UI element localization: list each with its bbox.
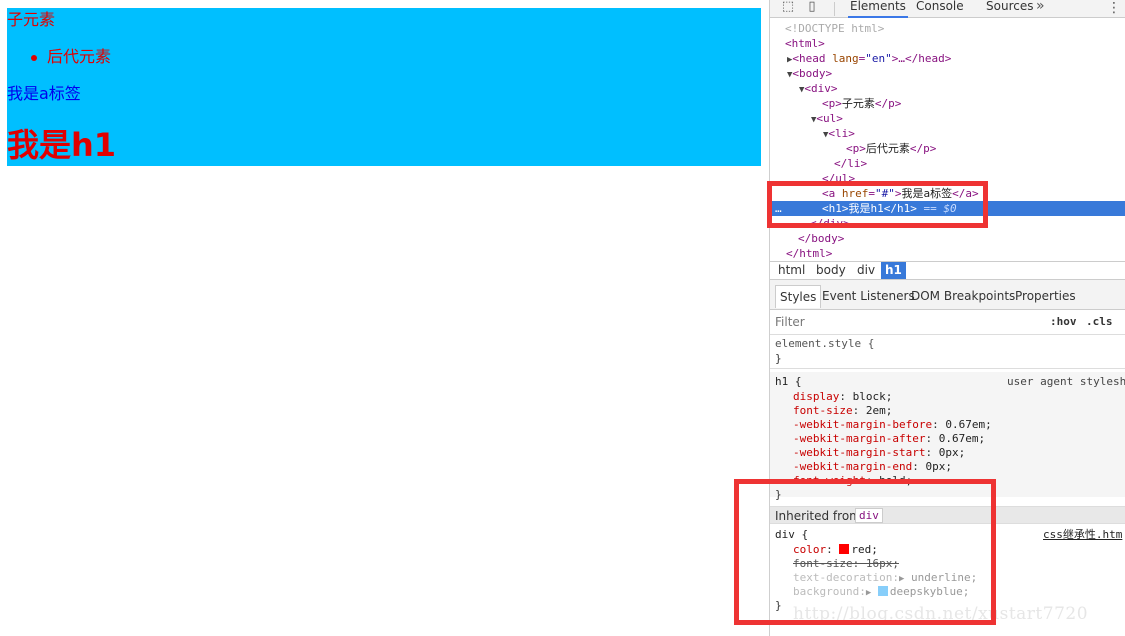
device-toolbar-icon[interactable]: ▯ [804,0,820,16]
demo-div: 子元素 后代元素 我是a标签 我是h1 [7,8,761,166]
dom-line-div[interactable]: ▼<div> [770,81,1125,96]
more-tabs-icon[interactable]: » [1036,0,1045,14]
styles-filter-bar: Filter :hov .cls [770,310,1125,335]
devtools-toolbar: ⬚ ▯ Elements Console Sources » ⋮ [770,0,1125,18]
inspect-element-icon[interactable]: ⬚ [780,0,796,16]
child-paragraph: 子元素 [7,10,56,29]
dom-line-li[interactable]: ▼<li> [770,126,1125,141]
h1-prop-margin-before: -webkit-margin-before: 0.67em; [793,418,992,431]
anchor-link[interactable]: 我是a标签 [7,84,81,104]
breadcrumb-html[interactable]: html [774,262,809,279]
div-rule-source-link[interactable]: css继承性.htm [1043,528,1122,542]
list-bullet [31,55,37,61]
h1-rule-selector: h1 { [775,375,802,388]
breadcrumb-body[interactable]: body [812,262,850,279]
dom-line-p[interactable]: <p>子元素</p> [770,96,1125,111]
hov-toggle-button[interactable]: :hov [1050,315,1077,328]
descendant-paragraph: 后代元素 [47,47,112,66]
filter-input[interactable]: Filter [775,315,805,329]
rendered-page: 子元素 后代元素 我是a标签 我是h1 [0,0,769,636]
dom-line-ul[interactable]: ▼<ul> [770,111,1125,126]
tab-styles[interactable]: Styles [775,285,822,308]
styles-subtabs: Styles Event Listeners DOM Breakpoints P… [770,280,1125,310]
breadcrumb-h1[interactable]: h1 [881,262,906,279]
dom-line-li-p[interactable]: <p>后代元素</p> [770,141,1125,156]
highlight-box-selected-node [767,181,988,228]
breadcrumb-div[interactable]: div [853,262,879,279]
element-style-close: } [775,352,782,365]
tab-event-listeners[interactable]: Event Listeners [818,285,919,308]
highlight-box-inherited-styles [734,479,996,625]
h1-prop-margin-after: -webkit-margin-after: 0.67em; [793,432,986,445]
dom-line-head[interactable]: ▶<head lang="en">…</head> [770,51,1125,66]
breadcrumb: html body div h1 [770,261,1125,280]
dom-line-html-close[interactable]: </html> [770,246,1125,261]
tab-elements[interactable]: Elements [848,0,908,18]
h1-prop-display: display: block; [793,390,893,403]
kebab-menu-icon[interactable]: ⋮ [1107,0,1121,16]
rule-divider [770,368,1125,369]
dom-line-body[interactable]: ▼<body> [770,66,1125,81]
cls-toggle-button[interactable]: .cls [1086,315,1113,328]
dom-line-doctype[interactable]: <!DOCTYPE html> [770,21,1125,36]
ua-source-label: user agent stylesh [1007,375,1125,388]
tab-console[interactable]: Console [916,0,964,18]
toolbar-divider [834,2,835,16]
tab-dom-breakpoints[interactable]: DOM Breakpoints [907,285,1019,308]
h1-prop-margin-end: -webkit-margin-end: 0px; [793,460,952,473]
element-style-selector[interactable]: element.style { [775,337,874,351]
tab-properties[interactable]: Properties [1011,285,1080,308]
tab-sources[interactable]: Sources [986,0,1033,18]
h1-prop-margin-start: -webkit-margin-start: 0px; [793,446,966,459]
dom-line-body-close[interactable]: </body> [770,231,1125,246]
h1-prop-font-size: font-size: 2em; [793,404,893,417]
dom-line-html[interactable]: <html> [770,36,1125,51]
dom-line-li-close[interactable]: </li> [770,156,1125,171]
heading-h1: 我是h1 [7,126,117,164]
